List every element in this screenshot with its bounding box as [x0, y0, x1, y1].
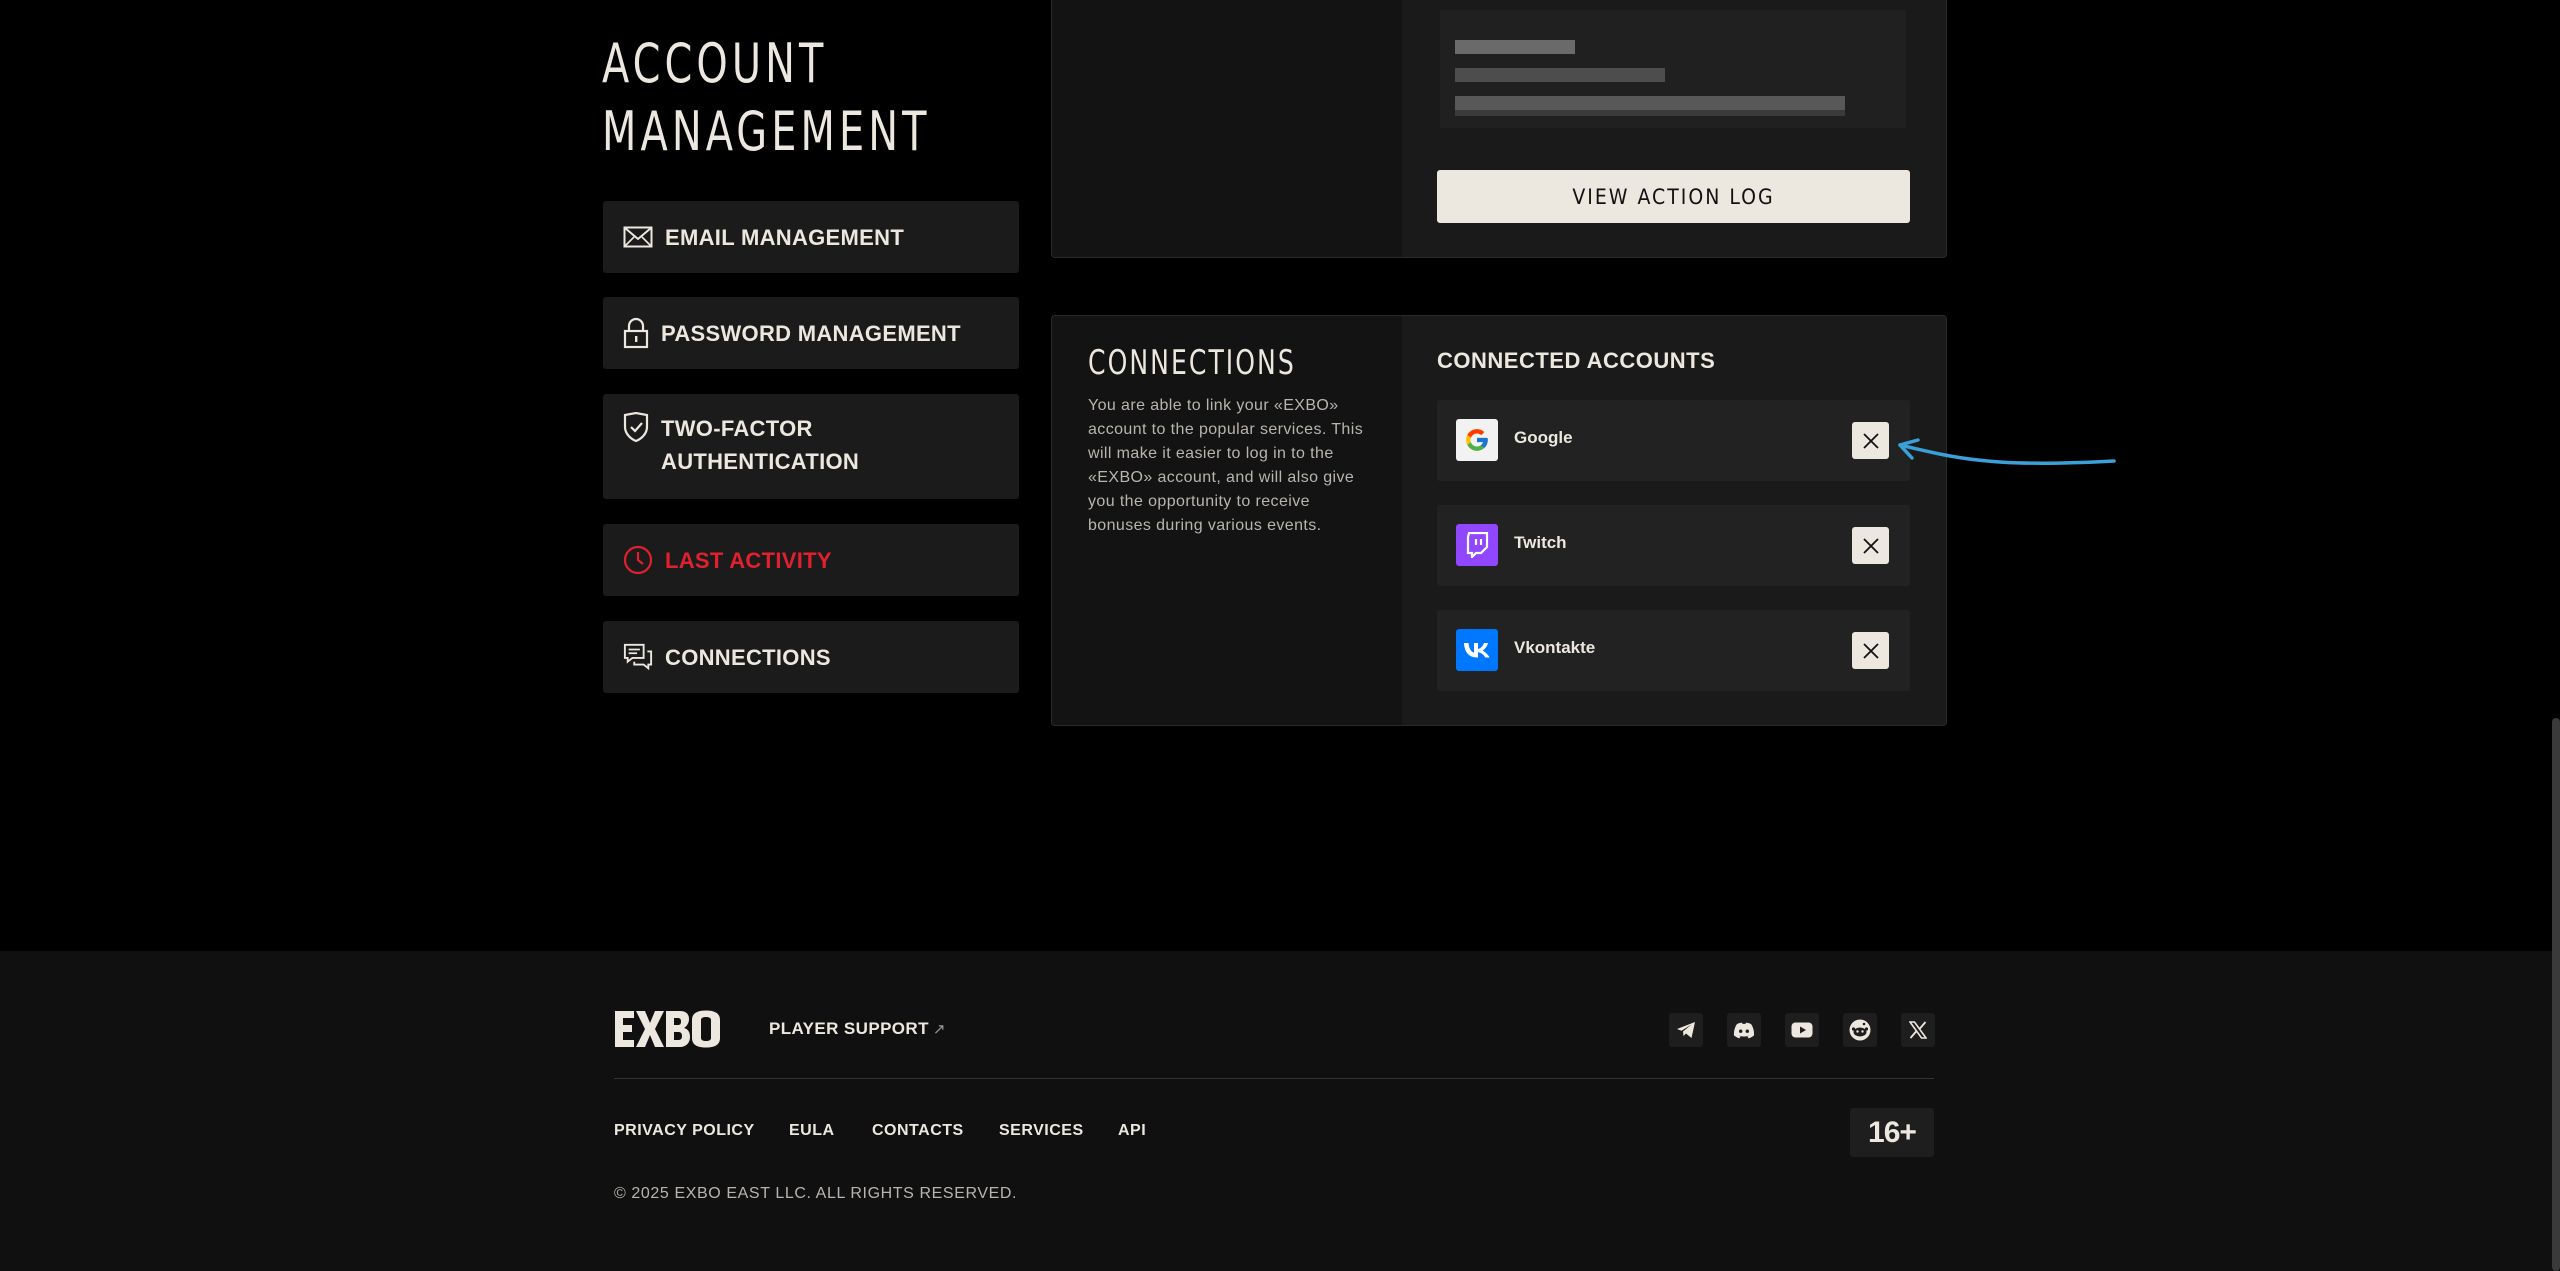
disconnect-twitch-button[interactable]	[1852, 527, 1889, 564]
connections-description: You are able to link your «EXBO» account…	[1088, 397, 1364, 534]
sidebar-item-last-activity[interactable]: LAST ACTIVITY	[603, 524, 1019, 596]
redacted-activity-info	[1440, 10, 1906, 128]
card-left-pane	[1052, 0, 1402, 257]
player-support-label: PLAYER SUPPORT	[769, 1019, 929, 1038]
sidebar-item-label: LAST ACTIVITY	[665, 547, 832, 573]
close-icon	[1862, 642, 1879, 659]
connected-account-vkontakte: Vkontakte	[1437, 610, 1910, 691]
connected-accounts-title: CONNECTED ACCOUNTS	[1437, 348, 1716, 373]
sidebar-item-label-line1: TWO-FACTOR	[661, 416, 813, 441]
telegram-link[interactable]	[1669, 1013, 1703, 1047]
clock-icon	[623, 545, 653, 575]
close-icon	[1862, 537, 1879, 554]
youtube-link[interactable]	[1785, 1013, 1819, 1047]
footer-link-services[interactable]: SERVICES	[999, 1122, 1084, 1140]
connections-title: CONNECTIONS	[1088, 343, 1296, 383]
page-title: ACCOUNT MANAGEMENT	[602, 30, 931, 166]
vk-icon	[1456, 629, 1498, 671]
view-action-log-button[interactable]: VIEW ACTION LOG	[1437, 170, 1910, 223]
sidebar-item-label: PASSWORD MANAGEMENT	[661, 320, 961, 346]
sidebar-item-label: CONNECTIONS	[665, 644, 831, 670]
x-icon	[1909, 1021, 1927, 1039]
sidebar-item-label-line2: AUTHENTICATION	[661, 449, 860, 474]
exbo-logo[interactable]	[614, 1010, 722, 1048]
telegram-icon	[1677, 1022, 1695, 1038]
reddit-icon	[1849, 1019, 1871, 1041]
sidebar-item-connections[interactable]: CONNECTIONS	[603, 621, 1019, 693]
connected-account-google: Google	[1437, 400, 1910, 481]
annotation-arrow	[1898, 438, 2116, 465]
player-support-link[interactable]: PLAYER SUPPORT ↗	[769, 1019, 946, 1039]
footer-link-api[interactable]: API	[1118, 1122, 1146, 1140]
page-title-line1: ACCOUNT	[602, 32, 828, 95]
footer	[0, 951, 2560, 1271]
account-name: Google	[1514, 428, 1573, 447]
footer-link-privacy-policy[interactable]: PRIVACY POLICY	[614, 1122, 755, 1140]
sidebar-item-label: TWO-FACTOR AUTHENTICATION	[661, 412, 859, 478]
discord-link[interactable]	[1727, 1013, 1761, 1047]
x-twitter-link[interactable]	[1901, 1013, 1935, 1047]
scrollbar-thumb[interactable]	[2552, 718, 2560, 1271]
youtube-icon	[1791, 1022, 1813, 1038]
sidebar-item-email[interactable]: EMAIL MANAGEMENT	[603, 201, 1019, 273]
connected-account-twitch: Twitch	[1437, 505, 1910, 586]
age-rating-badge: 16+	[1850, 1108, 1934, 1157]
footer-link-contacts[interactable]: CONTACTS	[872, 1122, 964, 1140]
copyright-text: © 2025 EXBO EAST LLC. ALL RIGHTS RESERVE…	[614, 1185, 1018, 1202]
disconnect-google-button[interactable]	[1852, 422, 1889, 459]
disconnect-vkontakte-button[interactable]	[1852, 632, 1889, 669]
footer-link-eula[interactable]: EULA	[789, 1122, 835, 1140]
external-link-icon: ↗	[932, 1021, 946, 1038]
sidebar-item-label: EMAIL MANAGEMENT	[665, 224, 905, 250]
sidebar-item-two-factor[interactable]: TWO-FACTOR AUTHENTICATION	[603, 394, 1019, 499]
account-name: Vkontakte	[1514, 638, 1596, 657]
account-name: Twitch	[1514, 533, 1567, 552]
twitch-icon	[1456, 524, 1498, 566]
close-icon	[1862, 432, 1879, 449]
google-icon	[1456, 419, 1498, 461]
footer-divider	[614, 1078, 1934, 1079]
sidebar-item-password[interactable]: PASSWORD MANAGEMENT	[603, 297, 1019, 369]
lock-icon	[621, 317, 651, 349]
page-title-line2: MANAGEMENT	[602, 100, 931, 163]
reddit-link[interactable]	[1843, 1013, 1877, 1047]
chat-bubbles-icon	[623, 642, 653, 672]
envelope-icon	[623, 222, 653, 252]
exbo-logo-icon	[615, 1010, 720, 1048]
shield-check-icon	[621, 412, 651, 442]
discord-icon	[1733, 1022, 1755, 1038]
